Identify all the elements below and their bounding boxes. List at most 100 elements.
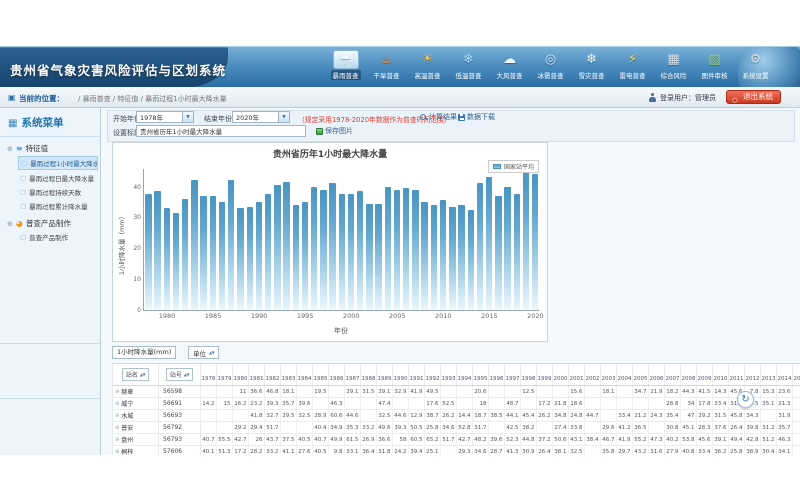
download-data-button[interactable]: 数据下载: [458, 112, 495, 122]
expand-row-icon[interactable]: ⊕: [115, 413, 119, 419]
calculate-button[interactable]: 计算结果: [420, 112, 457, 122]
logout-button[interactable]: ○ 退出系统: [726, 90, 781, 104]
sidebar-group-feature-values[interactable]: ⊕≡特征值: [7, 143, 96, 154]
table-header-year[interactable]: 1983: [281, 364, 297, 385]
table-header-year[interactable]: 1998: [521, 364, 537, 385]
expand-row-icon[interactable]: ⊕: [115, 401, 119, 407]
table-body: ⊕赫章565981136.646.818.119.529.131.539.132…: [113, 386, 800, 455]
toolbar-item-hail[interactable]: ◎冰雹普查: [531, 50, 570, 80]
value-cell: 28.7: [489, 446, 505, 455]
table-header-year[interactable]: 2001: [569, 364, 585, 385]
value-cell: 49.6: [377, 422, 393, 433]
chart-title-input[interactable]: [136, 125, 306, 137]
toolbar-item-snow[interactable]: ❄雪灾普查: [572, 50, 611, 80]
refresh-icon: ↻: [741, 394, 749, 405]
sidebar-item-cumulative[interactable]: ▢暴雨过程累计降水量: [18, 200, 98, 212]
value-cell: 47.4: [377, 398, 393, 409]
unit-dropdown[interactable]: 单位 ▲▼: [188, 346, 219, 359]
value-cell: 41.9: [409, 386, 425, 397]
value-cell: 26.9: [361, 434, 377, 445]
table-header-year[interactable]: 2013: [761, 364, 777, 385]
table-header-year[interactable]: 1996: [489, 364, 505, 385]
table-header-year[interactable]: 2010: [713, 364, 729, 385]
table-header-year[interactable]: 2015: [793, 364, 800, 385]
table-header-year[interactable]: 2003: [601, 364, 617, 385]
expand-row-icon[interactable]: ⊕: [115, 449, 119, 455]
expand-row-icon[interactable]: ⊕: [115, 437, 119, 443]
table-header-year[interactable]: 2004: [617, 364, 633, 385]
start-year-select[interactable]: 1978年 ▼: [136, 111, 194, 123]
expand-icon[interactable]: ⊕: [7, 220, 13, 228]
table-header-year[interactable]: 1999: [537, 364, 553, 385]
expand-row-icon[interactable]: ⊕: [115, 425, 119, 431]
value-cell: 9.8: [329, 446, 345, 455]
value-cell: 65.2: [425, 434, 441, 445]
table-header-year[interactable]: 1992: [425, 364, 441, 385]
toolbar-item-high-temp[interactable]: ☀高温普查: [408, 50, 447, 80]
table-header-year[interactable]: 2007: [665, 364, 681, 385]
table-header-year[interactable]: 2009: [697, 364, 713, 385]
table-header-year[interactable]: 1989: [377, 364, 393, 385]
table-header-year[interactable]: 1987: [345, 364, 361, 385]
table-header-year[interactable]: 2011: [729, 364, 745, 385]
value-cell: 27.9: [665, 446, 681, 455]
refresh-button[interactable]: ↻: [737, 391, 754, 408]
sidebar-item-duration-days[interactable]: ▢暴雨过程持续天数: [18, 186, 98, 198]
table-header-year[interactable]: 2002: [585, 364, 601, 385]
sidebar-item-hourly-max[interactable]: ▢暴雨过程1小时最大降水量: [18, 156, 98, 170]
station-name-header[interactable]: 站名▲▼: [113, 364, 159, 385]
sidebar-item-daily-max[interactable]: ▢暴雨过程日最大降水量: [18, 172, 98, 184]
table-header-year[interactable]: 1994: [457, 364, 473, 385]
table-header-year[interactable]: 2014: [777, 364, 793, 385]
sort-arrows-icon[interactable]: ▲▼: [184, 372, 189, 377]
table-header-year[interactable]: 1988: [361, 364, 377, 385]
toolbar-item-drought[interactable]: ♨干旱普查: [367, 50, 406, 80]
table-header-year[interactable]: 1985: [313, 364, 329, 385]
toolbar-item-label: 高温普查: [413, 70, 443, 80]
sidebar-item-product-make[interactable]: ▢普查产品制作: [18, 231, 98, 243]
y-axis-tick: 30: [127, 214, 141, 221]
value-cell: 34: [681, 398, 697, 409]
save-image-button[interactable]: 保存图片: [316, 126, 353, 136]
table-header-year[interactable]: 1990: [393, 364, 409, 385]
end-year-select[interactable]: 2020年 ▼: [232, 111, 290, 123]
value-cell: [489, 422, 505, 433]
expand-row-icon[interactable]: ⊕: [115, 389, 119, 395]
table-header-year[interactable]: 2008: [681, 364, 697, 385]
table-header-year[interactable]: 2006: [649, 364, 665, 385]
expand-icon[interactable]: ⊕: [7, 145, 13, 153]
toolbar-item-settings[interactable]: ⚙系统设置: [736, 50, 775, 80]
table-header-year[interactable]: 1991: [409, 364, 425, 385]
toolbar-item-map-review[interactable]: ▧图件审核: [695, 50, 734, 80]
table-header-year[interactable]: 1978: [201, 364, 217, 385]
station-id-header[interactable]: 站号▲▼: [159, 364, 201, 385]
table-header-year[interactable]: 1981: [249, 364, 265, 385]
table-header-year[interactable]: 1980: [233, 364, 249, 385]
table-header-year[interactable]: 2000: [553, 364, 569, 385]
table-header-year[interactable]: 1995: [473, 364, 489, 385]
chevron-down-icon[interactable]: ▼: [278, 112, 289, 122]
value-cell: 44.6: [345, 410, 361, 421]
table-header-year[interactable]: 1986: [329, 364, 345, 385]
table-header-year[interactable]: 1979: [217, 364, 233, 385]
table-header-year[interactable]: 1984: [297, 364, 313, 385]
table-header-year[interactable]: 1997: [505, 364, 521, 385]
toolbar-item-composite-risk[interactable]: ▦综合风险: [654, 50, 693, 80]
bar: [375, 204, 381, 311]
sort-arrows-icon[interactable]: ▲▼: [140, 372, 145, 377]
toolbar-item-low-temp[interactable]: ❄低温普查: [449, 50, 488, 80]
table-header-year[interactable]: 1982: [265, 364, 281, 385]
toolbar-item-lightning[interactable]: ⚡雷电普查: [613, 50, 652, 80]
value-cell: 44.6: [393, 410, 409, 421]
table-header-year[interactable]: 1993: [441, 364, 457, 385]
value-cell: 29.2: [233, 422, 249, 433]
table-header-year[interactable]: 2005: [633, 364, 649, 385]
y-axis-tick: 20: [127, 245, 141, 252]
chevron-down-icon[interactable]: ▼: [182, 112, 193, 122]
toolbar-item-label: 暴雨普查: [331, 70, 361, 80]
sidebar-group-product[interactable]: ⊕◕普查产品制作: [7, 218, 96, 229]
table-header-year[interactable]: 2012: [745, 364, 761, 385]
toolbar-item-wind[interactable]: ☁大风普查: [490, 50, 529, 80]
toolbar-item-label: 雪灾普查: [577, 70, 607, 80]
toolbar-item-rainstorm[interactable]: ☂暴雨普查: [326, 50, 365, 80]
